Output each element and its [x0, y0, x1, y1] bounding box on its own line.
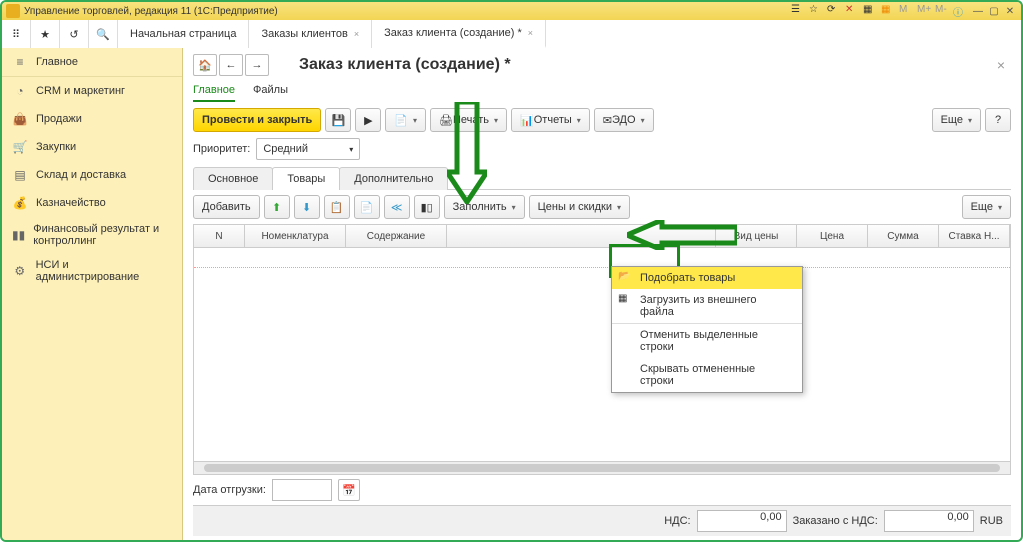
help-icon[interactable]: ⓘ	[953, 4, 967, 18]
boxes-icon: ▤	[12, 167, 28, 183]
close-page-button[interactable]: ×	[991, 55, 1011, 75]
window-titlebar: Управление торговлей, редакция 11 (1С:Пр…	[2, 2, 1021, 20]
calendar-button[interactable]: 📅	[338, 479, 360, 501]
search-icon[interactable]: 🔍	[89, 20, 118, 48]
reports-button[interactable]: 📊 Отчеты▾	[511, 108, 590, 132]
doc-tab-main[interactable]: Основное	[193, 167, 273, 190]
home-button[interactable]: 🏠	[193, 54, 217, 76]
col-price[interactable]: Цена	[797, 225, 868, 247]
sidebar-item-treasury[interactable]: 💰Казначейство	[2, 189, 182, 217]
menu-load-file[interactable]: ▦Загрузить из внешнего файла	[612, 289, 802, 323]
move-down-button[interactable]: ⬇	[294, 195, 320, 219]
sidebar-item-purchase[interactable]: 🛒Закупки	[2, 133, 182, 161]
currency: RUB	[980, 515, 1003, 527]
window-title: Управление торговлей, редакция 11 (1С:Пр…	[24, 6, 278, 17]
col-n[interactable]: N	[194, 225, 245, 247]
star-icon[interactable]: ★	[31, 20, 60, 48]
toolbar-icon[interactable]: M-	[935, 4, 949, 18]
priority-label: Приоритет:	[193, 143, 250, 155]
menu-hide-cancelled[interactable]: Скрывать отмененные строки	[612, 358, 802, 392]
tab-orders[interactable]: Заказы клиентов×	[249, 20, 372, 48]
annotation-arrow-down	[447, 102, 487, 204]
col-vat[interactable]: Ставка Н...	[939, 225, 1010, 247]
toolbar-icon[interactable]: ☆	[809, 4, 823, 18]
doc-tab-goods[interactable]: Товары	[272, 167, 340, 190]
row-more-button[interactable]: Еще▾	[962, 195, 1011, 219]
ship-label: Дата отгрузки:	[193, 484, 266, 496]
goods-grid[interactable]: N Номенклатура Содержание Вид цены Цена …	[193, 224, 1011, 475]
toolbar-icon[interactable]: M+	[917, 4, 931, 18]
toolbar-icon[interactable]: ▦	[863, 4, 877, 18]
annotation-arrow-left	[627, 220, 737, 253]
nds-label: НДС:	[664, 515, 690, 527]
close-icon[interactable]: ×	[528, 28, 533, 38]
file-icon: ▦	[618, 293, 632, 307]
close-button[interactable]: ✕	[1003, 4, 1017, 18]
add-row-button[interactable]: Добавить	[193, 195, 260, 219]
gear-icon: ⚙	[12, 263, 28, 279]
prices-button[interactable]: Цены и скидки▾	[529, 195, 630, 219]
sidebar-item-sales[interactable]: 👜Продажи	[2, 105, 182, 133]
top-nav: ⠿ ★ ↺ 🔍 Начальная страница Заказы клиент…	[2, 20, 1021, 49]
more-button[interactable]: Еще▾	[932, 108, 981, 132]
back-button[interactable]: ←	[219, 54, 243, 76]
toolbar-icon[interactable]: ☰	[791, 4, 805, 18]
total-value: 0,00	[884, 510, 974, 532]
sidebar-item-main[interactable]: ≡Главное	[2, 48, 182, 77]
total-label: Заказано с НДС:	[793, 515, 878, 527]
post-and-close-button[interactable]: Провести и закрыть	[193, 108, 321, 132]
sidebar-item-crm[interactable]: ◔CRM и маркетинг	[2, 77, 182, 105]
sidebar-item-warehouse[interactable]: ▤Склад и доставка	[2, 161, 182, 189]
edo-button[interactable]: ✉ ЭДО▾	[594, 108, 654, 132]
history-icon[interactable]: ↺	[60, 20, 89, 48]
fill-menu: 📂Подобрать товары ▦Загрузить из внешнего…	[611, 266, 803, 393]
sidebar: ≡Главное ◔CRM и маркетинг 👜Продажи 🛒Заку…	[2, 48, 183, 540]
help-button[interactable]: ?	[985, 108, 1011, 132]
move-up-button[interactable]: ⬆	[264, 195, 290, 219]
chart-icon: ◔	[12, 83, 28, 99]
menu-pick-goods[interactable]: 📂Подобрать товары	[612, 267, 802, 289]
apps-icon[interactable]: ⠿	[2, 20, 31, 48]
col-nomenclature[interactable]: Номенклатура	[245, 225, 346, 247]
based-on-button[interactable]: 📄▾	[385, 108, 426, 132]
priority-select[interactable]: Средний▾	[256, 138, 360, 160]
h-scrollbar[interactable]	[194, 461, 1010, 474]
app-icon	[6, 4, 20, 18]
main-content: 🏠 ← → Заказ клиента (создание) * × Главн…	[183, 48, 1021, 540]
save-button[interactable]: 💾	[325, 108, 351, 132]
maximize-button[interactable]: ▢	[987, 4, 1001, 18]
col-content[interactable]: Содержание	[346, 225, 447, 247]
forward-button[interactable]: →	[245, 54, 269, 76]
bag-icon: 👜	[12, 111, 28, 127]
ship-date-input[interactable]	[272, 479, 332, 501]
share-button[interactable]: ≪	[384, 195, 410, 219]
bars-icon: ▮▮	[12, 227, 25, 243]
page-title: Заказ клиента (создание) *	[299, 56, 991, 74]
menu-icon: ≡	[12, 54, 28, 70]
post-button[interactable]: ▶	[355, 108, 381, 132]
tab-home[interactable]: Начальная страница	[118, 20, 249, 48]
toolbar-icon[interactable]: ✕	[845, 4, 859, 18]
toolbar-icon[interactable]: M	[899, 4, 913, 18]
menu-cancel-rows[interactable]: Отменить выделенные строки	[612, 323, 802, 358]
folder-icon: 📂	[618, 271, 632, 285]
money-icon: 💰	[12, 195, 28, 211]
tab-order-create[interactable]: Заказ клиента (создание) *×	[372, 20, 546, 48]
subtab-main[interactable]: Главное	[193, 84, 235, 102]
subtab-files[interactable]: Файлы	[253, 84, 288, 102]
barcode-button[interactable]: ▮▯	[414, 195, 440, 219]
sidebar-item-finance[interactable]: ▮▮Финансовый результат и контроллинг	[2, 217, 182, 253]
toolbar-icon[interactable]: ▦	[881, 4, 895, 18]
nds-value: 0,00	[697, 510, 787, 532]
paste-button[interactable]: 📄	[354, 195, 380, 219]
sidebar-item-nsi[interactable]: ⚙НСИ и администрирование	[2, 253, 182, 289]
cart-icon: 🛒	[12, 139, 28, 155]
toolbar-icon[interactable]: ⟳	[827, 4, 841, 18]
col-sum[interactable]: Сумма	[868, 225, 939, 247]
doc-tab-extra[interactable]: Дополнительно	[339, 167, 448, 190]
close-icon[interactable]: ×	[354, 29, 359, 39]
minimize-button[interactable]: —	[971, 4, 985, 18]
copy-button[interactable]: 📋	[324, 195, 350, 219]
